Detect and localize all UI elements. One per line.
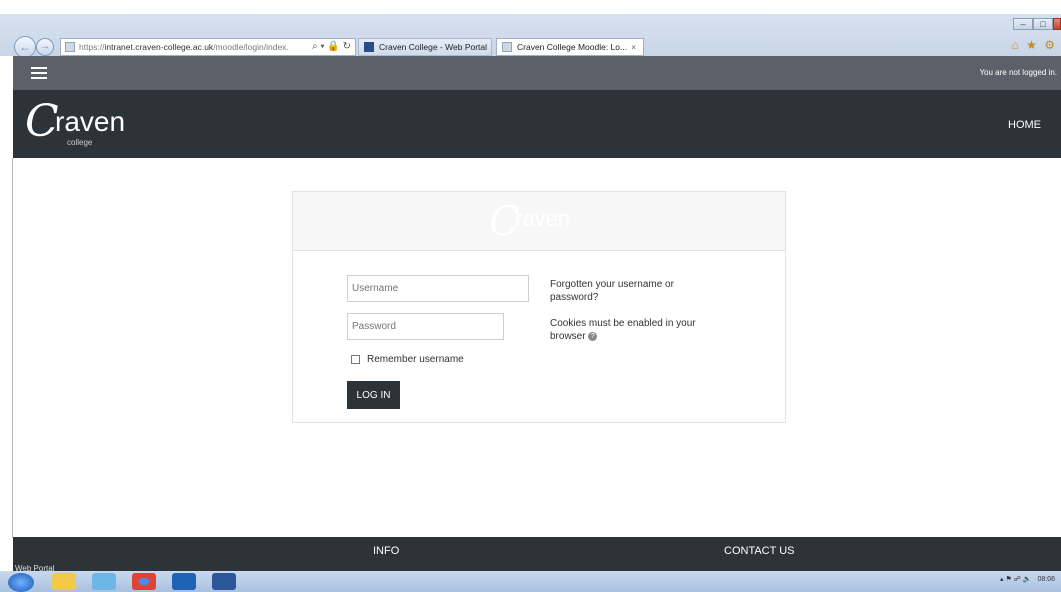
remember-checkbox[interactable]: [351, 355, 360, 364]
tray-clock[interactable]: 08:06: [1037, 576, 1055, 583]
page-divider: [12, 158, 13, 538]
tab-web-portal[interactable]: Craven College - Web Portal: [358, 38, 492, 56]
tab-favicon-icon: [502, 42, 512, 52]
title-bar: [0, 0, 1061, 14]
outlook-icon[interactable]: [172, 573, 196, 590]
explorer-icon[interactable]: [52, 573, 76, 590]
login-card: C raven Remember username LOG IN Forgott…: [292, 191, 786, 423]
tray-icons[interactable]: ▴ ⚑ ☍ 🔈: [1000, 575, 1031, 583]
log-in-button[interactable]: LOG IN: [347, 381, 400, 409]
footer-contact-heading: CONTACT US: [724, 545, 795, 557]
forgotten-password-link[interactable]: Forgotten your username or password?: [550, 278, 725, 304]
help-icon[interactable]: ?: [588, 331, 598, 341]
internet-explorer-icon[interactable]: [92, 573, 116, 590]
site-footer: INFO CONTACT US Web Portal: [13, 537, 1061, 573]
word-icon[interactable]: [212, 573, 236, 590]
login-card-header: C raven: [293, 192, 785, 251]
login-status: You are not logged in.: [979, 68, 1057, 77]
tab-favicon-icon: [364, 42, 374, 52]
start-button-icon[interactable]: [8, 573, 34, 592]
password-input[interactable]: [347, 313, 504, 340]
home-favorites-tools-icons[interactable]: ⌂ ★ ⚙: [1012, 38, 1057, 52]
site-header: C raven college HOME: [13, 90, 1061, 158]
username-input[interactable]: [347, 275, 529, 302]
address-url: https://intranet.craven-college.ac.uk/mo…: [79, 42, 289, 52]
page-favicon-icon: [65, 42, 75, 52]
close-window-button[interactable]: [1053, 18, 1061, 30]
address-bar[interactable]: https://intranet.craven-college.ac.uk/mo…: [60, 38, 356, 56]
menu-hamburger-icon[interactable]: [31, 67, 47, 79]
home-link[interactable]: HOME: [1008, 119, 1041, 131]
moodle-navbar: You are not logged in.: [13, 56, 1061, 90]
back-button[interactable]: ←: [14, 36, 36, 58]
remember-username[interactable]: Remember username: [351, 354, 464, 365]
cookies-notice: Cookies must be enabled in your browser …: [550, 318, 696, 342]
address-tools-icons[interactable]: ⌕ ▾ 🔒 ↻: [309, 41, 351, 52]
minimize-button[interactable]: –: [1013, 18, 1033, 30]
tab-moodle-login[interactable]: Craven College Moodle: Lo... ×: [496, 38, 644, 56]
maximize-button[interactable]: □: [1033, 18, 1053, 30]
window-controls: – □: [1013, 18, 1061, 30]
windows-taskbar: ▴ ⚑ ☍ 🔈 08:06: [0, 571, 1061, 592]
browser-chrome: – □ ← → https://intranet.craven-college.…: [0, 0, 1061, 58]
forward-button[interactable]: →: [36, 38, 54, 56]
chrome-icon[interactable]: [132, 573, 156, 590]
system-tray: ▴ ⚑ ☍ 🔈 08:06: [1000, 575, 1055, 584]
tab-close-icon[interactable]: ×: [631, 42, 636, 52]
footer-info-heading: INFO: [373, 545, 400, 557]
